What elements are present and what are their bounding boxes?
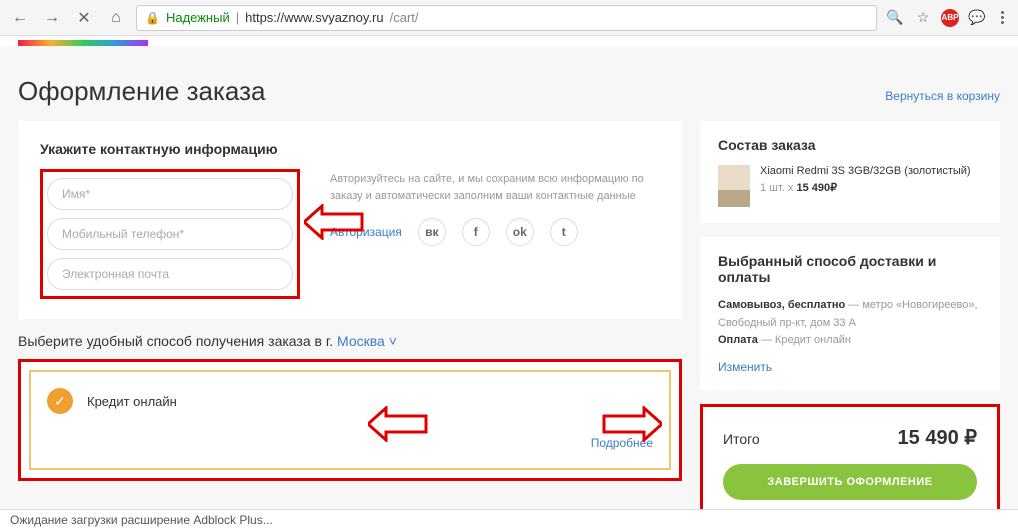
fb-icon[interactable]: f	[462, 218, 490, 246]
tw-icon[interactable]: t	[550, 218, 578, 246]
total-label: Итого	[723, 431, 760, 447]
order-title: Состав заказа	[718, 137, 982, 153]
total-card-highlight: Итого 15 490 ₽ ЗАВЕРШИТЬ ОФОРМЛЕНИЕ	[700, 404, 1000, 519]
status-bar: Ожидание загрузки расширение Adblock Plu…	[0, 509, 1018, 531]
total-amount: 15 490 ₽	[898, 425, 977, 450]
credit-option[interactable]: ✓ Кредит онлайн Подробнее	[29, 370, 671, 470]
order-summary-card: Состав заказа Xiaomi Redmi 3S 3GB/32GB (…	[700, 121, 1000, 223]
browser-toolbar: ← → ✕ ⌂ 🔒 Надежный | https://www.svyazno…	[0, 0, 1018, 36]
ok-icon[interactable]: ok	[506, 218, 534, 246]
zoom-icon[interactable]: 🔍	[885, 9, 905, 26]
annotation-arrow-right	[602, 406, 662, 442]
bookmark-icon[interactable]: ☆	[913, 9, 933, 26]
adblock-icon[interactable]: ABP	[941, 9, 959, 27]
delivery-heading: Выберите удобный способ получения заказа…	[18, 333, 682, 349]
page-content: Оформление заказа Вернуться в корзину Ук…	[0, 46, 1018, 519]
auth-info-text: Авторизуйтесь на сайте, и мы сохраним вс…	[330, 171, 660, 204]
vk-icon[interactable]: вк	[418, 218, 446, 246]
annotation-arrow-left-1	[304, 204, 364, 240]
complete-order-button[interactable]: ЗАВЕРШИТЬ ОФОРМЛЕНИЕ	[723, 464, 977, 500]
lock-icon: 🔒	[145, 11, 160, 25]
delivery-summary-card: Выбранный способ доставки и оплаты Самов…	[700, 237, 1000, 390]
stop-button[interactable]: ✕	[72, 6, 96, 30]
back-button[interactable]: ←	[8, 6, 32, 30]
home-button[interactable]: ⌂	[104, 6, 128, 30]
delivery-summary-title: Выбранный способ доставки и оплаты	[718, 253, 982, 285]
city-selector[interactable]: Москва ˅	[337, 333, 397, 349]
product-thumb	[718, 165, 750, 207]
product-price: 15 490₽	[797, 182, 838, 194]
address-bar[interactable]: 🔒 Надежный | https://www.svyaznoy.ru/car…	[136, 5, 877, 31]
product-qty: 1 шт. х	[760, 182, 797, 194]
credit-label: Кредит онлайн	[87, 394, 177, 409]
name-input[interactable]	[47, 178, 293, 210]
menu-button[interactable]	[995, 11, 1010, 24]
credit-card-highlight: ✓ Кредит онлайн Подробнее	[18, 359, 682, 481]
chat-icon[interactable]: 💬	[967, 9, 987, 26]
url-separator: |	[236, 10, 239, 25]
order-item: Xiaomi Redmi 3S 3GB/32GB (золотистый) 1 …	[718, 165, 982, 207]
change-delivery-link[interactable]: Изменить	[718, 360, 982, 374]
url-path: /cart/	[390, 10, 419, 25]
check-icon: ✓	[47, 388, 73, 414]
email-input[interactable]	[47, 258, 293, 290]
forward-button[interactable]: →	[40, 6, 64, 30]
url-host: https://www.svyaznoy.ru	[245, 10, 383, 25]
secure-label: Надежный	[166, 10, 230, 25]
delivery-info: Самовывоз, бесплатно — метро «Новогиреев…	[718, 297, 982, 350]
contact-form-highlight	[40, 169, 300, 299]
product-name: Xiaomi Redmi 3S 3GB/32GB (золотистый)	[760, 165, 982, 177]
annotation-arrow-left-2	[368, 406, 428, 442]
phone-input[interactable]	[47, 218, 293, 250]
back-to-cart-link[interactable]: Вернуться в корзину	[885, 89, 1000, 103]
page-title: Оформление заказа	[18, 76, 265, 107]
contact-title: Укажите контактную информацию	[40, 141, 660, 157]
